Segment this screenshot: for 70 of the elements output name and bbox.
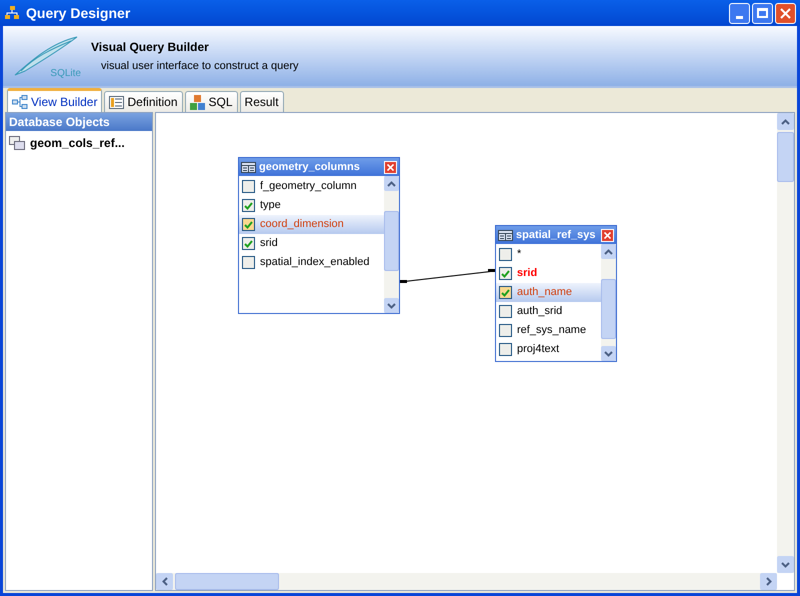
header-title: Visual Query Builder [91,38,210,56]
vertical-scrollbar[interactable] [777,113,794,573]
close-button[interactable] [775,2,796,24]
vertical-scrollbar[interactable] [601,244,616,361]
close-button[interactable] [601,228,614,242]
checkbox[interactable] [499,248,512,261]
tab[interactable]: SQL [184,91,238,112]
sidebar-header: Database Objects [6,113,152,131]
field-name: type [260,198,281,214]
checkbox[interactable] [242,180,255,193]
field-row[interactable]: spatial_index_enabled [239,253,384,272]
table-window[interactable]: spatial_ref_sys * srid auth_name auth_srid ref_sys_name proj4text [495,225,617,362]
field-row[interactable]: ref_sys_name [496,321,601,340]
checkbox[interactable] [242,199,255,212]
checkbox[interactable] [242,218,255,231]
field-row[interactable]: type [239,196,384,215]
field-row[interactable]: f_geometry_column [239,177,384,196]
scrollbar-thumb[interactable] [601,279,616,339]
field-name: coord_dimension [260,217,344,232]
checkbox[interactable] [499,305,512,318]
scrollbar-thumb[interactable] [777,132,794,182]
list-icon [109,96,124,108]
field-name: auth_srid [517,304,562,320]
checkbox[interactable] [242,237,255,250]
blocks-icon [190,94,206,110]
field-name: auth_name [517,285,572,300]
field-row[interactable]: * [496,245,601,264]
window-title: Query Designer [26,4,130,23]
table-icon [9,136,25,150]
app-icon [4,6,20,20]
field-row[interactable]: auth_name [496,283,601,302]
scrollbar-thumb[interactable] [384,211,399,271]
field-row[interactable]: srid [239,234,384,253]
diagram-icon [12,94,28,108]
checkbox[interactable] [499,267,512,280]
checkbox[interactable] [499,286,512,299]
table-icon [498,230,513,240]
field-row[interactable]: coord_dimension [239,215,384,234]
table-title: geometry_columns [259,160,360,175]
sidebar-item[interactable]: geom_cols_ref... [6,133,152,153]
checkbox[interactable] [499,324,512,337]
minimize-button[interactable] [729,2,750,24]
close-icon [604,232,611,238]
tab[interactable]: View Builder [7,88,102,112]
header-subtitle: visual user interface to construct a query [101,58,298,74]
field-name: ref_sys_name [517,323,586,338]
field-row[interactable]: auth_srid [496,302,601,321]
logo-text: SQLite [50,67,81,81]
table-title: spatial_ref_sys [516,228,596,243]
field-name: f_geometry_column [260,179,357,194]
close-icon [780,8,791,18]
scrollbar-thumb[interactable] [175,573,279,590]
field-row[interactable]: proj4text [496,340,601,359]
table-window[interactable]: geometry_columns f_geometry_column type coord_dimension srid spatial_index_enabled [238,157,400,314]
table-icon [241,162,256,172]
close-icon [387,164,394,170]
vertical-scrollbar[interactable] [384,176,399,313]
checkbox[interactable] [499,343,512,356]
maximize-button[interactable] [752,2,773,24]
field-name: * [517,247,522,262]
field-name: spatial_index_enabled [260,255,370,270]
tab[interactable]: Result [240,91,284,112]
horizontal-scrollbar[interactable] [156,573,777,590]
close-button[interactable] [384,160,397,174]
field-name: srid [260,236,278,252]
field-name: srid [517,266,538,282]
field-row[interactable]: srid [496,264,601,283]
checkbox[interactable] [242,256,255,269]
tab[interactable]: Definition [104,91,183,112]
field-name: proj4text [517,342,560,358]
